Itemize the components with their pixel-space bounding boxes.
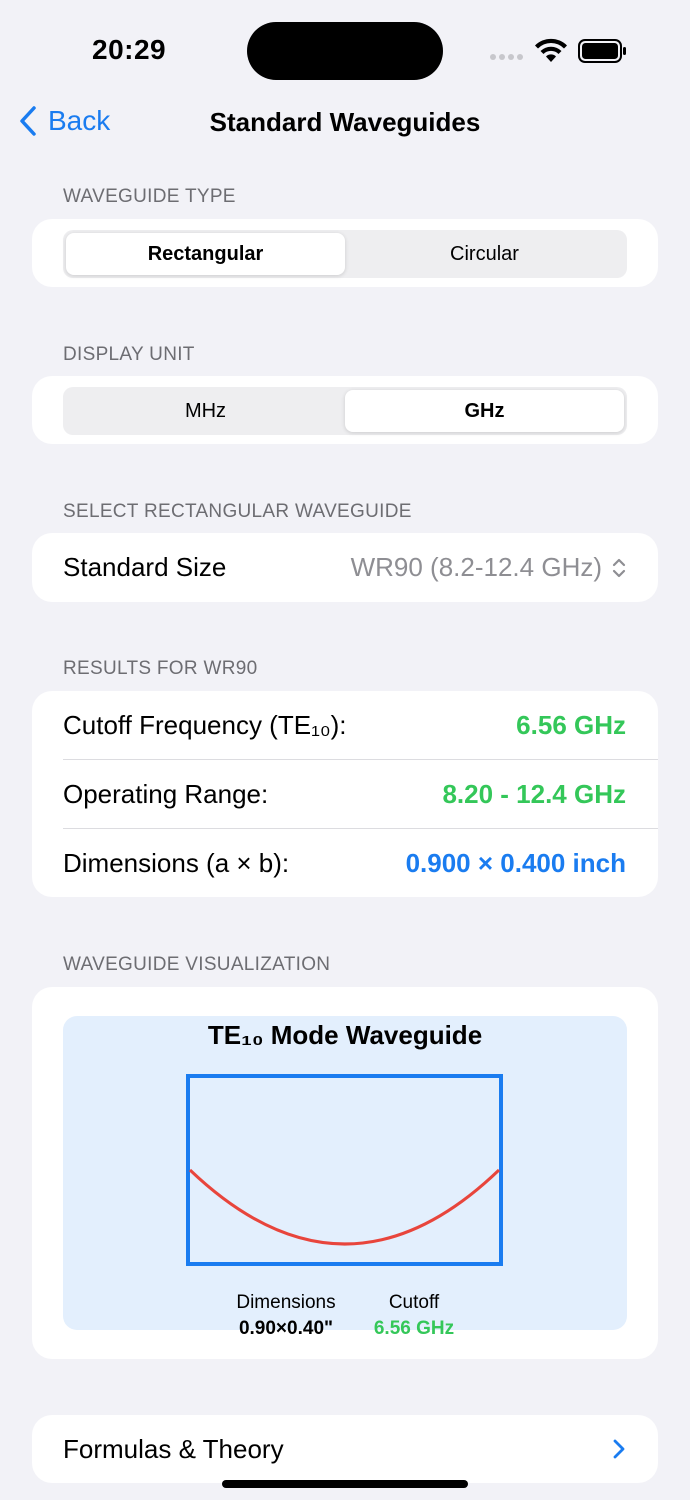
result-row-cutoff: Cutoff Frequency (TE₁₀): 6.56 GHz [63, 691, 626, 760]
status-bar: 20:29 [0, 0, 690, 100]
segment-mhz[interactable]: MHz [66, 390, 345, 432]
standard-size-picker[interactable]: Standard Size WR90 (8.2-12.4 GHz) [63, 533, 626, 602]
wifi-icon [535, 38, 567, 62]
standard-size-label: Standard Size [63, 552, 227, 582]
dynamic-island [247, 22, 443, 80]
waveguide-cross-section [186, 1074, 503, 1266]
waveguide-type-segmented-control: Rectangular Circular [63, 230, 627, 278]
status-time: 20:29 [92, 34, 167, 65]
formulas-card: Formulas & Theory [32, 1415, 658, 1483]
waveguide-type-header: WAVEGUIDE TYPE [63, 186, 236, 207]
standard-size-value: WR90 (8.2-12.4 GHz) [350, 552, 602, 582]
result-value: 6.56 GHz [516, 710, 626, 740]
dimensions-caption-label: Dimensions [236, 1292, 336, 1313]
chevron-up-down-icon [612, 558, 626, 577]
results-header: RESULTS FOR WR90 [63, 658, 258, 679]
navigation-bar: Back Standard Waveguides [0, 95, 690, 151]
result-value: 8.20 - 12.4 GHz [442, 779, 626, 809]
cutoff-caption-label: Cutoff [388, 1292, 440, 1313]
result-row-dimensions: Dimensions (a × b): 0.900 × 0.400 inch [63, 829, 626, 897]
page-title: Standard Waveguides [209, 107, 481, 137]
result-row-operating-range: Operating Range: 8.20 - 12.4 GHz [63, 760, 626, 829]
result-label: Dimensions (a × b): [63, 847, 290, 878]
waveguide-visualization: TE₁₀ Mode Waveguide Dimensions 0.90×0.40… [63, 1016, 627, 1339]
result-label: Cutoff Frequency (TE₁₀): [63, 710, 347, 740]
waveguide-diagram [186, 1074, 503, 1266]
te10-mode-curve [188, 1168, 501, 1246]
dimensions-caption: Dimensions 0.90×0.40" [219, 1292, 353, 1340]
results-card: Cutoff Frequency (TE₁₀): 6.56 GHz Operat… [32, 691, 658, 897]
select-waveguide-card: Standard Size WR90 (8.2-12.4 GHz) [32, 533, 658, 602]
dimensions-caption-value: 0.90×0.40" [238, 1318, 334, 1339]
segment-ghz[interactable]: GHz [345, 390, 624, 432]
segment-circular[interactable]: Circular [345, 233, 624, 275]
display-unit-card: MHz GHz [32, 376, 658, 444]
result-label: Operating Range: [63, 779, 269, 809]
battery-icon [578, 39, 626, 63]
visualization-header: WAVEGUIDE VISUALIZATION [63, 954, 331, 975]
home-indicator [222, 1480, 468, 1488]
select-waveguide-header: SELECT RECTANGULAR WAVEGUIDE [63, 501, 412, 522]
chevron-right-icon [613, 1439, 625, 1459]
formulas-theory-link[interactable]: Formulas & Theory [63, 1415, 626, 1483]
display-unit-segmented-control: MHz GHz [63, 387, 627, 435]
result-value: 0.900 × 0.400 inch [405, 847, 626, 878]
segment-rectangular[interactable]: Rectangular [66, 233, 345, 275]
cellular-signal-icon [490, 54, 523, 60]
formulas-theory-label: Formulas & Theory [63, 1433, 284, 1464]
display-unit-header: DISPLAY UNIT [63, 344, 195, 365]
visualization-card: TE₁₀ Mode Waveguide Dimensions 0.90×0.40… [32, 987, 658, 1359]
cutoff-caption-value: 6.56 GHz [373, 1318, 455, 1339]
cutoff-caption: Cutoff 6.56 GHz [359, 1292, 469, 1340]
waveguide-type-card: Rectangular Circular [32, 219, 658, 287]
